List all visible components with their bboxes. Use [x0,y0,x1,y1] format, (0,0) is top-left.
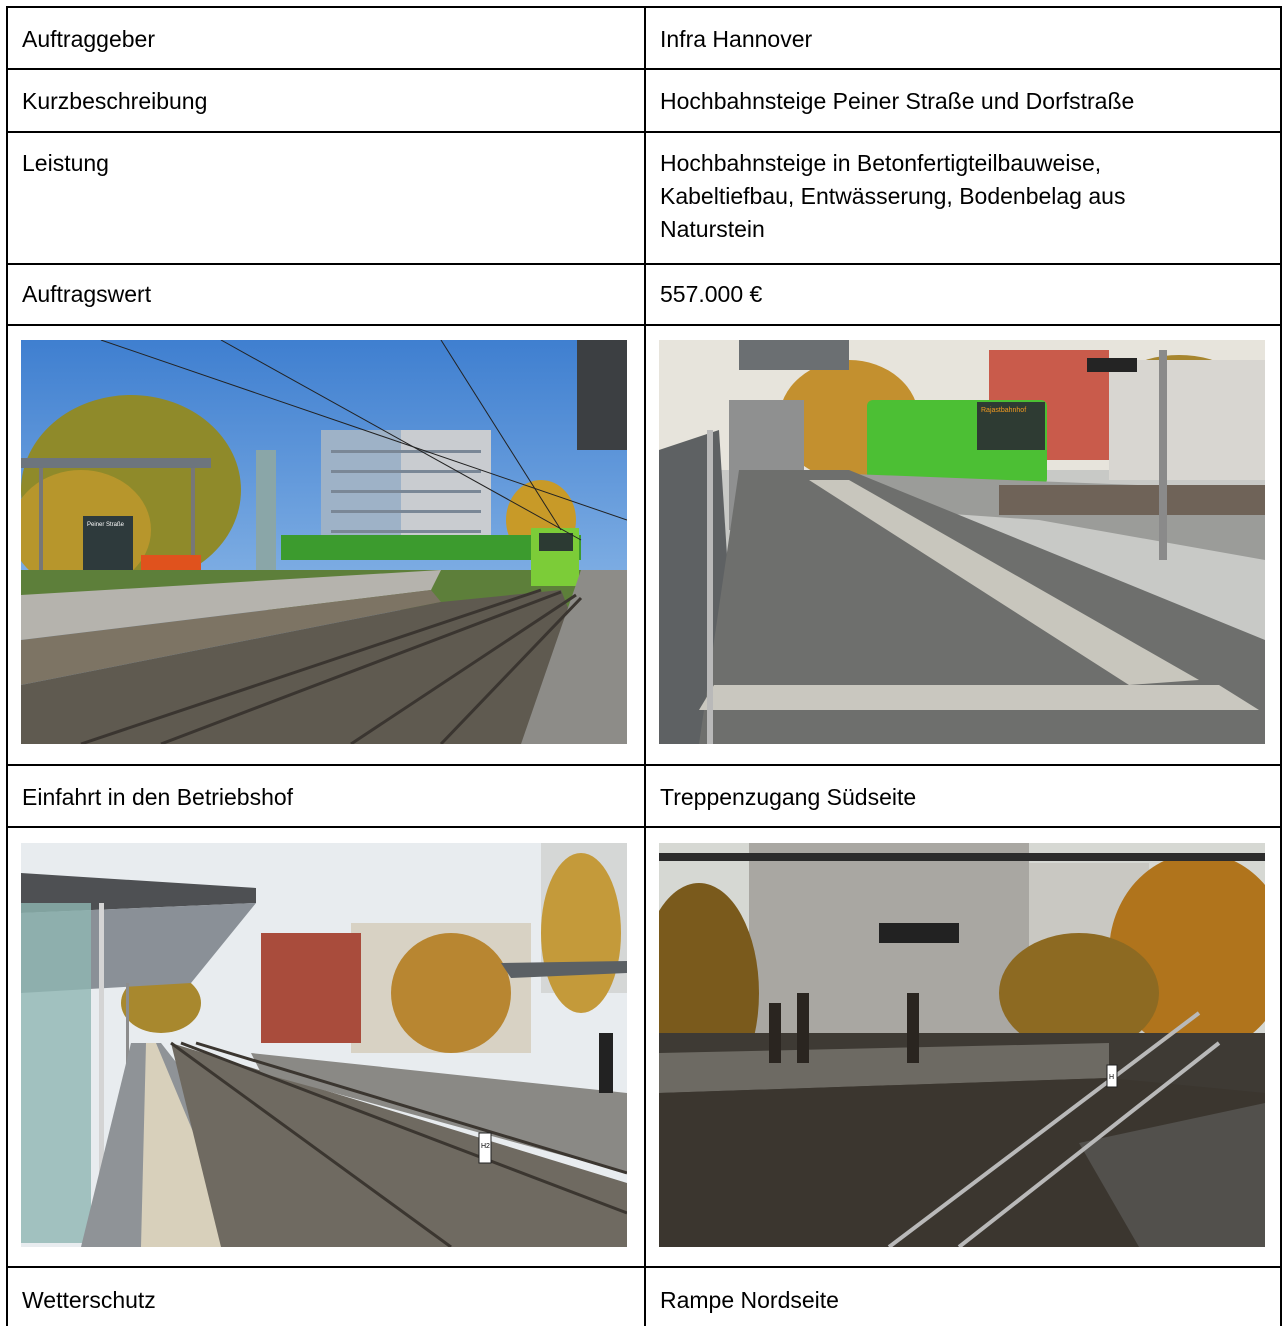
svg-text:Peiner Straße: Peiner Straße [87,522,125,528]
label-auftragswert: Auftragswert [22,281,152,307]
photo-einfahrt-betriebshof: Peiner Straße [21,340,627,744]
caption-wetterschutz: Wetterschutz [22,1287,156,1313]
caption-treppenzugang-suedseite: Treppenzugang Südseite [660,784,917,810]
value-auftraggeber: Infra Hannover [660,26,813,52]
label-auftraggeber: Auftraggeber [22,26,155,52]
photo-wetterschutz: H2 [21,843,627,1247]
svg-text:H: H [1109,1074,1114,1081]
svg-text:H2: H2 [481,1143,490,1150]
photo-rampe-nordseite: H [659,843,1265,1247]
label-leistung: Leistung [22,150,109,176]
caption-einfahrt-betriebshof: Einfahrt in den Betriebshof [22,784,294,810]
value-leistung: Hochbahnsteige in Betonfertigteilbauweis… [660,150,1126,242]
value-auftragswert: 557.000 € [660,281,763,307]
photo-treppenzugang-suedseite: Rajastbahnhof [659,340,1265,744]
project-info-table: Auftraggeber Infra Hannover Kurzbeschrei… [6,6,1282,1326]
value-kurzbeschreibung: Hochbahnsteige Peiner Straße und Dorfstr… [660,88,1135,114]
label-kurzbeschreibung: Kurzbeschreibung [22,88,208,114]
svg-text:Rajastbahnhof: Rajastbahnhof [981,407,1026,414]
caption-rampe-nordseite: Rampe Nordseite [660,1287,839,1313]
